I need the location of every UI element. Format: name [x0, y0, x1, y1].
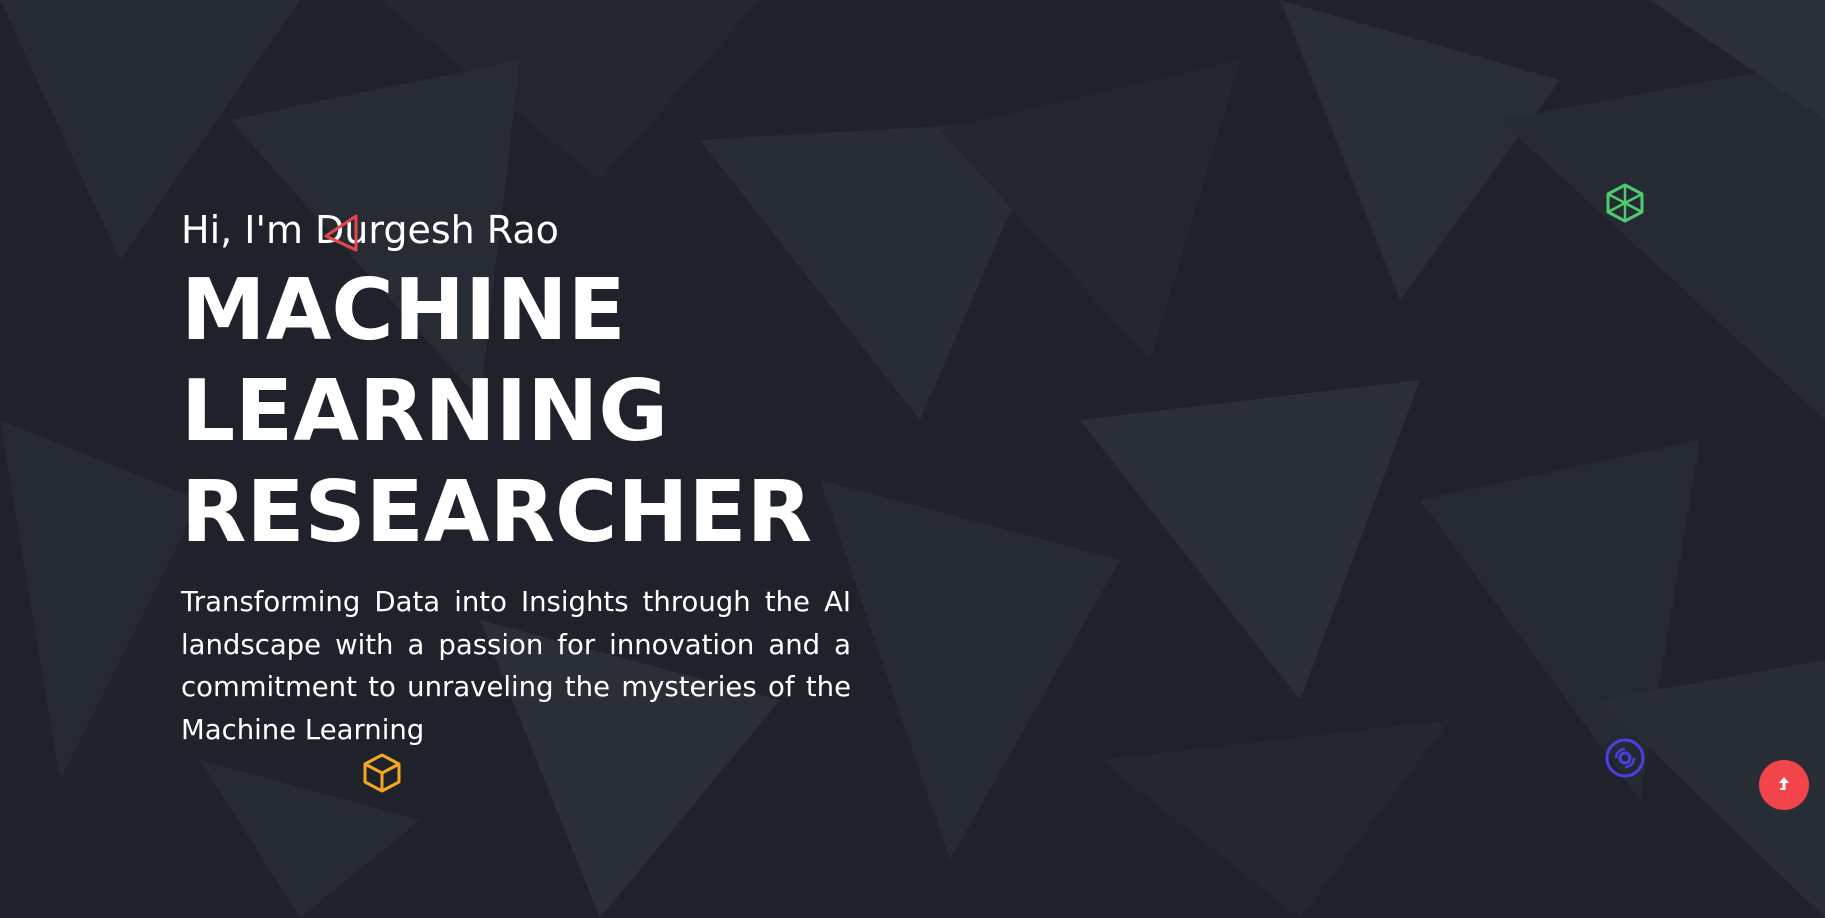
disc-icon	[1605, 738, 1645, 778]
hero-content: Hi, I'm Durgesh Rao MACHINE LEARNING RES…	[181, 200, 851, 751]
hero-title: MACHINE LEARNING RESEARCHER	[181, 260, 851, 563]
cube-icon-orange	[363, 753, 401, 793]
title-line-3: RESEARCHER	[181, 463, 813, 562]
title-line-1: MACHINE	[181, 261, 626, 360]
greeting-text: Hi, I'm Durgesh Rao	[181, 208, 559, 252]
cube-icon-green	[1606, 183, 1644, 223]
scroll-to-top-button[interactable]	[1759, 760, 1809, 810]
hero-section: Hi, I'm Durgesh Rao MACHINE LEARNING RES…	[0, 0, 1825, 918]
hero-tagline: Transforming Data into Insights through …	[181, 586, 851, 746]
triangle-icon	[324, 214, 358, 252]
arrow-up-icon	[1779, 777, 1789, 790]
title-line-2: LEARNING	[181, 362, 669, 461]
